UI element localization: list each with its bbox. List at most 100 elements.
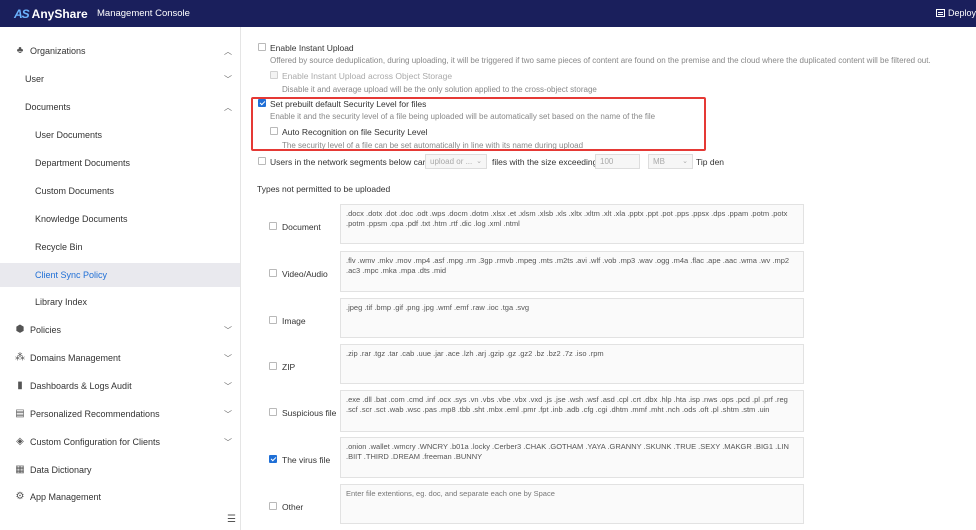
sidebar-item-label: Dashboards & Logs Audit [30, 381, 132, 391]
shield-icon: ⬢ [15, 324, 25, 335]
zip-extensions-field[interactable]: .zip .rar .tgz .tar .cab .uue .jar .ace … [340, 344, 804, 384]
top-bar: AS AnyShare Management Console Deploy [0, 0, 976, 27]
auto-recognition-label: Auto Recognition on file Security Level [282, 127, 428, 137]
sidebar-item-label: Custom Documents [35, 186, 115, 196]
chevron-down-icon: ﹀ [224, 381, 232, 391]
sidebar-item-knowledge-documents[interactable]: Knowledge Documents [0, 207, 240, 231]
instant-upload-os-description: Disable it and average upload will be th… [282, 85, 597, 94]
document-checkbox[interactable] [269, 222, 277, 230]
network-segment-label: Users in the network segments below can [270, 157, 428, 167]
other-checkbox[interactable] [269, 502, 277, 510]
size-unit-value: MB [653, 157, 665, 166]
chevron-down-icon: ⌄ [682, 158, 688, 165]
upload-action-value: upload or ... [430, 157, 473, 166]
virus-extensions-field[interactable]: .onion .wallet .wmcry .WNCRY .b01a .lock… [340, 437, 804, 478]
sidebar-item-personalized-recommendations[interactable]: ▤ Personalized Recommendations ﹀ [0, 402, 240, 426]
sidebar-item-library-index[interactable]: Library Index [0, 290, 240, 314]
image-checkbox[interactable] [269, 316, 277, 324]
chevron-down-icon: ﹀ [224, 325, 232, 335]
chevron-up-icon: ︿ [224, 102, 232, 112]
sidebar-item-user-documents[interactable]: User Documents [0, 123, 240, 147]
tip-label: Tip den [696, 157, 725, 167]
chevron-down-icon: ﹀ [224, 437, 232, 447]
instant-upload-os-checkbox[interactable] [270, 71, 278, 79]
chevron-up-icon: ︿ [224, 46, 232, 56]
collapse-sidebar-icon[interactable]: ☰ [227, 514, 236, 525]
video-audio-extensions-field[interactable]: .flv .wmv .mkv .mov .mp4 .asf .mpg .rm .… [340, 251, 804, 292]
app-icon: ⚙ [15, 491, 25, 502]
network-segment-checkbox[interactable] [258, 157, 266, 165]
sidebar-item-label: App Management [30, 492, 102, 502]
main-content: Enable Instant Upload Offered by source … [241, 27, 976, 530]
file-type-label: Video/Audio [282, 269, 328, 279]
sidebar-item-label: User [25, 74, 45, 84]
document-extensions-field[interactable]: .docx .dotx .dot .doc .odt .wps .docm .d… [340, 204, 804, 244]
auto-recognition-description: The security level of a file can be set … [282, 141, 584, 150]
anyshare-logo[interactable]: AS AnyShare [14, 6, 88, 21]
suspicious-extensions-field[interactable]: .exe .dll .bat .com .cmd .inf .ocx .sys … [340, 390, 804, 432]
size-input[interactable]: 100 [595, 154, 640, 169]
size-unit-select[interactable]: MB ⌄ [648, 154, 693, 169]
chevron-down-icon: ﹀ [224, 409, 232, 419]
file-type-label: Image [282, 316, 306, 326]
image-extensions-field[interactable]: .jpeg .tif .bmp .gif .png .jpg .wmf .emf… [340, 298, 804, 338]
instant-upload-label: Enable Instant Upload [270, 43, 354, 53]
security-level-label: Set prebuilt default Security Level for … [270, 99, 427, 109]
sidebar-item-label: Domains Management [30, 353, 121, 363]
sidebar-item-label: Data Dictionary [30, 465, 92, 475]
upload-action-select[interactable]: upload or ... ⌄ [425, 154, 487, 169]
file-type-label: ZIP [282, 362, 296, 372]
sidebar-item-label: Library Index [35, 297, 88, 307]
deploy-label: Deploy [947, 8, 976, 18]
other-extensions-field[interactable]: Enter file extentions, eg. doc, and sepa… [340, 484, 804, 524]
sidebar-item-label: Policies [30, 325, 62, 335]
sidebar-item-custom-documents[interactable]: Custom Documents [0, 179, 240, 203]
sidebar-item-policies[interactable]: ⬢ Policies ﹀ [0, 318, 240, 342]
chevron-down-icon: ⌄ [476, 158, 482, 165]
logo-mark: AS [14, 6, 30, 21]
size-value: 100 [600, 157, 614, 166]
sidebar-item-organizations[interactable]: ♣ Organizations ︿ [0, 39, 240, 63]
deploy-button[interactable]: Deploy [935, 8, 976, 18]
sidebar-item-label: Knowledge Documents [35, 214, 128, 224]
sidebar-item-dashboards-logs-audit[interactable]: ▮ Dashboards & Logs Audit ﹀ [0, 374, 240, 398]
sidebar: ♣ Organizations ︿ User ﹀ Documents ︿ Use… [0, 27, 241, 530]
sidebar-item-client-sync-policy[interactable]: Client Sync Policy [0, 263, 240, 287]
sidebar-item-user[interactable]: User ﹀ [0, 67, 240, 91]
instant-upload-description: Offered by source deduplication, during … [270, 56, 931, 65]
org-icon: ♣ [16, 45, 24, 56]
virus-checkbox[interactable] [269, 455, 277, 463]
sidebar-item-label: Client Sync Policy [35, 270, 108, 280]
file-type-label: Suspicious file [282, 408, 337, 418]
sidebar-item-custom-configuration[interactable]: ◈ Custom Configuration for Clients ﹀ [0, 430, 240, 454]
size-exceeding-label: files with the size exceeding [492, 157, 598, 167]
zip-checkbox[interactable] [269, 362, 277, 370]
suspicious-checkbox[interactable] [269, 408, 277, 416]
auto-recognition-checkbox[interactable] [270, 127, 278, 135]
sidebar-item-label: Documents [25, 102, 71, 112]
deploy-icon [935, 9, 945, 17]
sidebar-item-label: Personalized Recommendations [30, 409, 160, 419]
file-type-label: Document [282, 222, 321, 232]
sidebar-item-documents[interactable]: Documents ︿ [0, 95, 240, 119]
security-level-description: Enable it and the security level of a fi… [270, 112, 656, 121]
sidebar-item-label: Organizations [30, 46, 86, 56]
brand-name: AnyShare [31, 6, 88, 21]
dictionary-icon: ▦ [15, 464, 25, 475]
sidebar-item-recycle-bin[interactable]: Recycle Bin [0, 235, 240, 259]
file-type-label: Other [282, 502, 304, 512]
chevron-down-icon: ﹀ [224, 74, 232, 84]
sidebar-item-data-dictionary[interactable]: ▦ Data Dictionary [0, 458, 240, 482]
sidebar-item-department-documents[interactable]: Department Documents [0, 151, 240, 175]
sidebar-item-app-management[interactable]: ⚙ App Management [0, 485, 240, 509]
sidebar-item-label: Custom Configuration for Clients [30, 437, 161, 447]
console-title: Management Console [97, 8, 190, 19]
sidebar-item-label: Recycle Bin [35, 242, 83, 252]
sidebar-item-domains-management[interactable]: ⁂ Domains Management ﹀ [0, 346, 240, 370]
domain-icon: ⁂ [15, 352, 25, 363]
recommend-icon: ▤ [15, 408, 25, 419]
instant-upload-checkbox[interactable] [258, 43, 266, 51]
sidebar-item-label: User Documents [35, 130, 103, 140]
video-audio-checkbox[interactable] [269, 269, 277, 277]
security-level-checkbox[interactable] [258, 99, 266, 107]
